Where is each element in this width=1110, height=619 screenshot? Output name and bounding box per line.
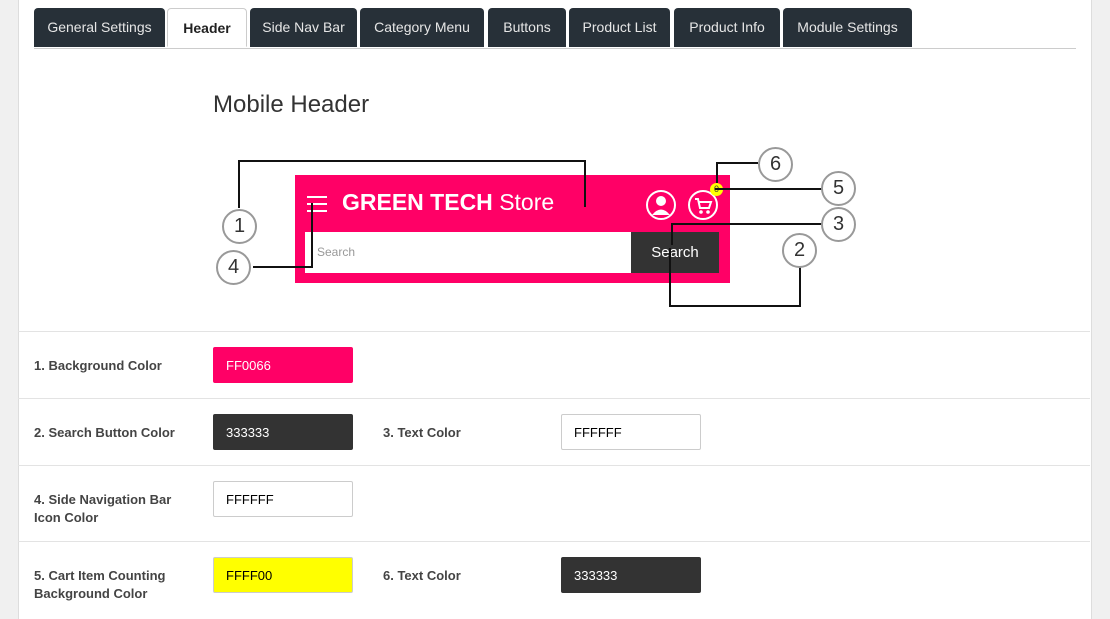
row-divider [18,398,1090,399]
search-text-color-label: 3. Text Color [383,425,461,440]
background-color-label: 1. Background Color [34,358,162,373]
row-divider [18,541,1090,542]
callout-3: 3 [821,207,856,242]
callout-5: 5 [821,171,856,206]
row-divider [18,465,1090,466]
search-button-color-label: 2. Search Button Color [34,425,175,440]
background-color-input[interactable] [213,347,353,383]
cart-count-bg-color-label: 5. Cart Item Counting Background Color [34,568,166,601]
cart-count-text-color-label: 6. Text Color [383,568,461,583]
cart-count-text-color-input[interactable] [561,557,701,593]
callout-6: 6 [758,147,793,182]
search-text-color-input[interactable] [561,414,701,450]
side-nav-icon-color-label: 4. Side Navigation Bar Icon Color [34,492,172,525]
callout-1: 1 [222,209,257,244]
callout-4: 4 [216,250,251,285]
cart-count-bg-color-input[interactable] [213,557,353,593]
row-divider [18,331,1090,332]
search-button-color-input[interactable] [213,414,353,450]
side-nav-icon-color-input[interactable] [213,481,353,517]
callout-2: 2 [782,233,817,268]
